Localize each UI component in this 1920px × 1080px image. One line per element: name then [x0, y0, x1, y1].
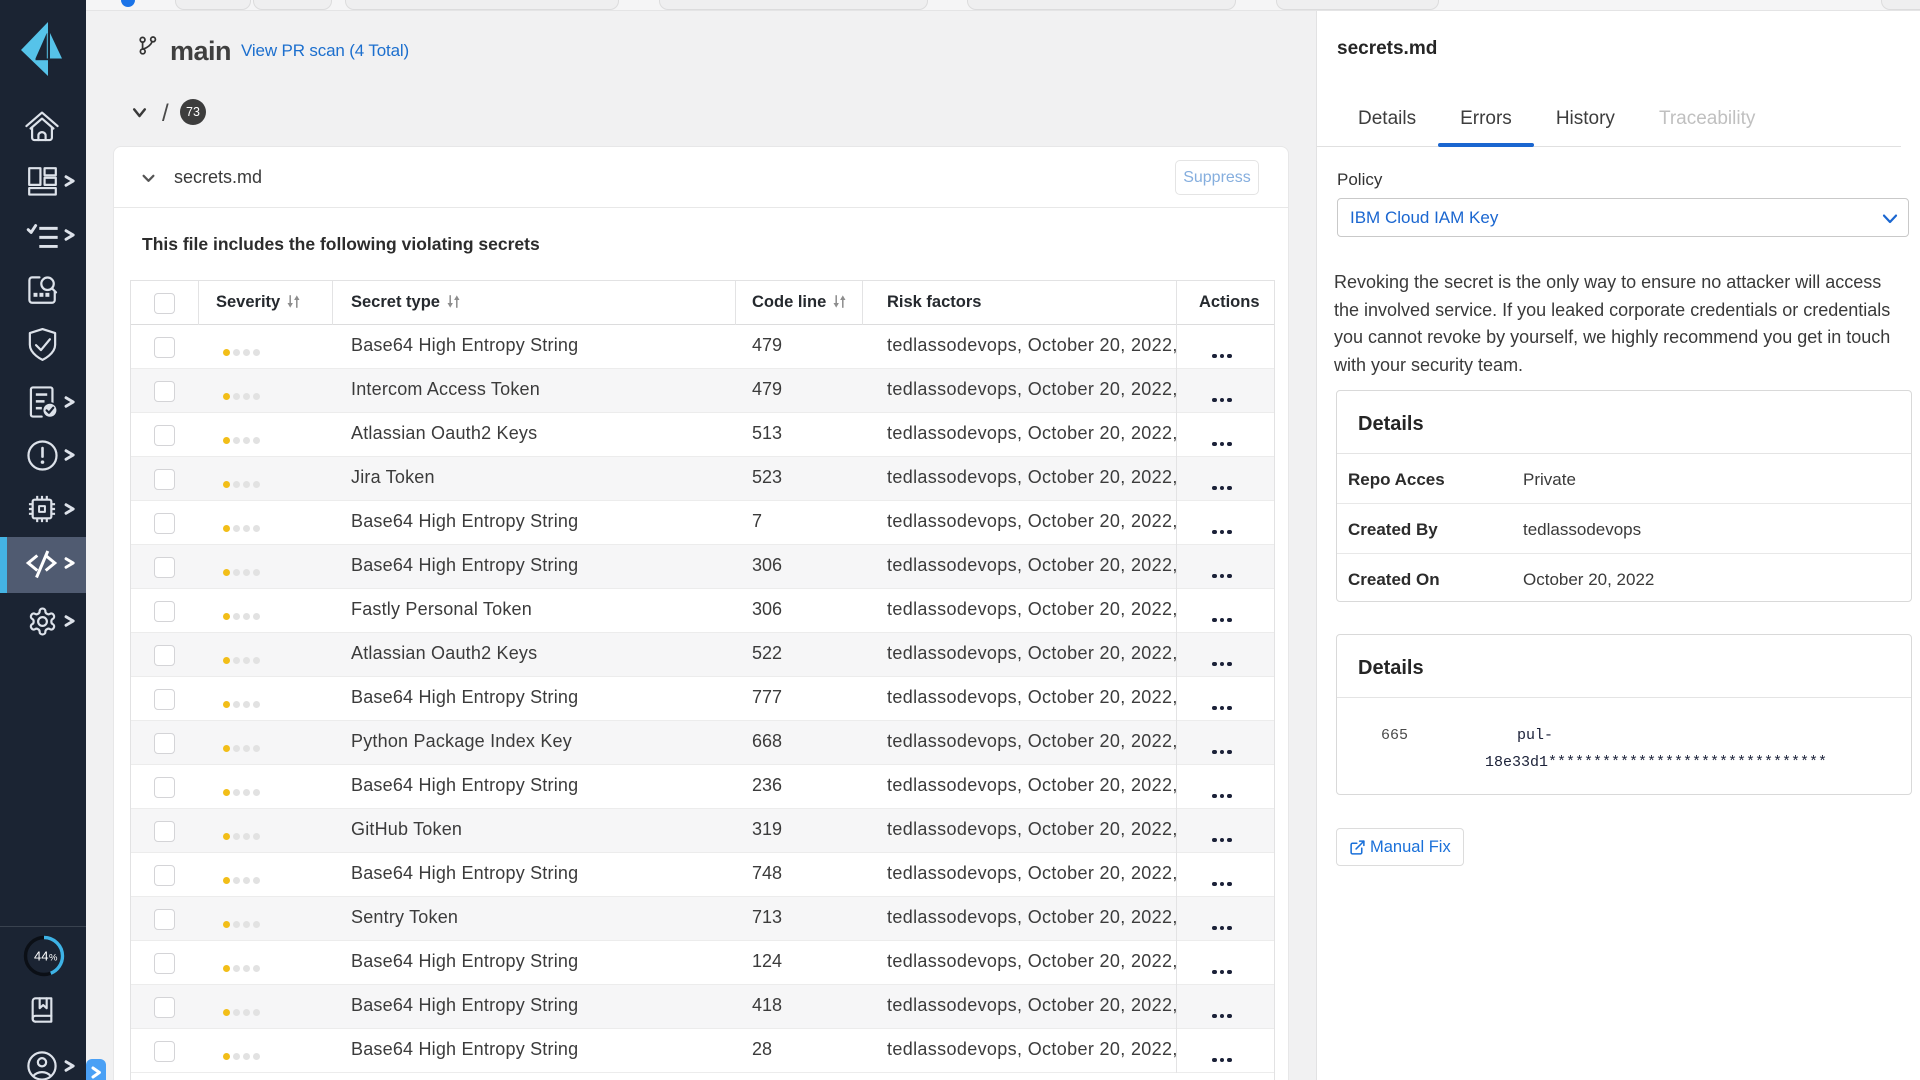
svg-text:44: 44	[34, 949, 48, 964]
svg-text:%: %	[49, 953, 58, 964]
